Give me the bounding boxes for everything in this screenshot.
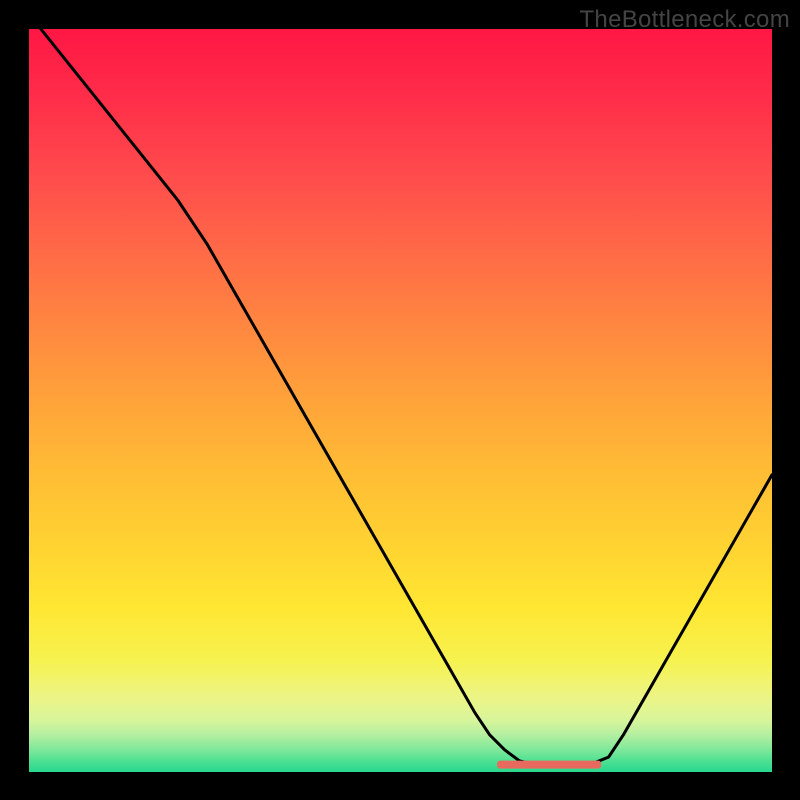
chart-plot-area [29,29,772,772]
chart-container: TheBottleneck.com [0,0,800,800]
watermark-text: TheBottleneck.com [579,6,790,34]
optimal-range-marker [497,761,601,769]
bottleneck-chart [0,0,800,800]
